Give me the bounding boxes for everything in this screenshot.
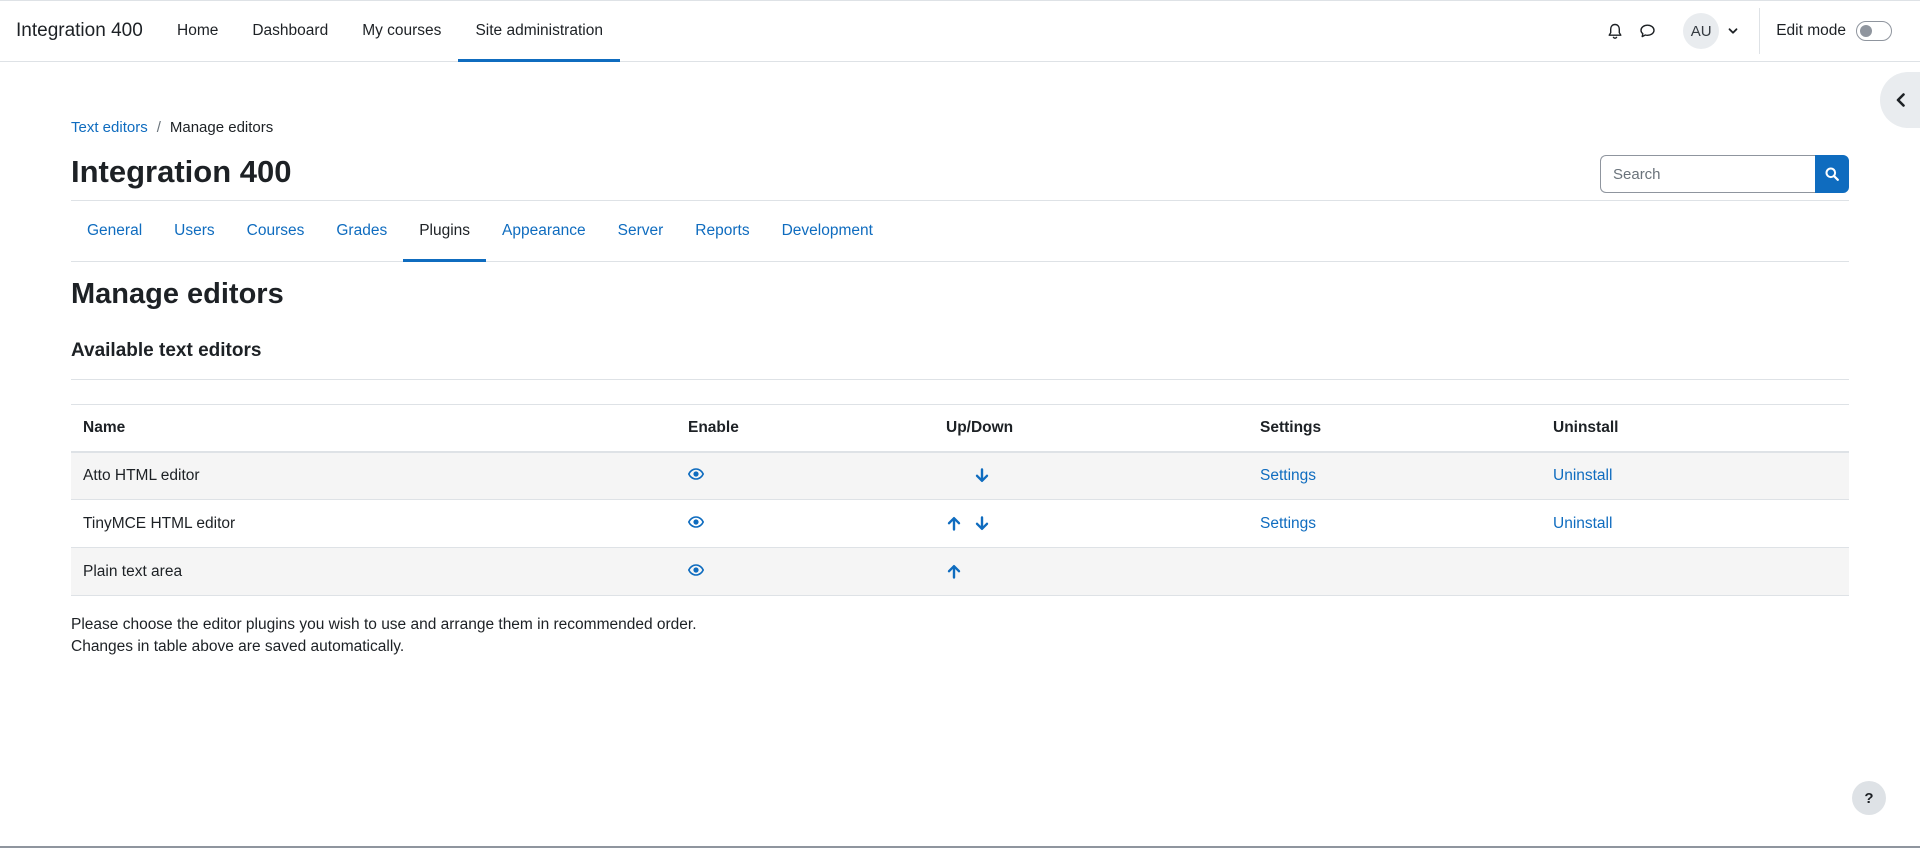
- empty-slot: [946, 468, 962, 484]
- settings-link[interactable]: Settings: [1260, 467, 1316, 484]
- site-brand[interactable]: Integration 400: [16, 1, 143, 61]
- instructions-line-1: Please choose the editor plugins you wis…: [71, 616, 697, 633]
- editor-name: Atto HTML editor: [83, 466, 200, 484]
- column-header-enable: Enable: [676, 404, 934, 453]
- disable-editor-button[interactable]: [688, 514, 704, 530]
- move-down-button[interactable]: [974, 516, 990, 532]
- edit-mode-label: Edit mode: [1776, 22, 1846, 39]
- table-row: TinyMCE HTML editor Settings Uninstall: [71, 500, 1849, 548]
- admin-search: [1600, 155, 1849, 193]
- tab-users[interactable]: Users: [158, 201, 230, 261]
- column-header-updown: Up/Down: [934, 404, 1248, 453]
- move-up-button[interactable]: [946, 564, 962, 580]
- table-row: Atto HTML editor Settings Uninstall: [71, 451, 1849, 500]
- eye-icon: [688, 468, 704, 481]
- instructions-line-2: Changes in table above are saved automat…: [71, 638, 405, 655]
- search-button[interactable]: [1815, 155, 1849, 193]
- tab-grades[interactable]: Grades: [320, 201, 403, 261]
- nav-site-administration[interactable]: Site administration: [458, 1, 620, 62]
- page-title: Integration 400: [71, 154, 292, 189]
- chevron-left-icon: [1896, 93, 1905, 107]
- primary-navigation: Home Dashboard My courses Site administr…: [160, 1, 620, 62]
- move-up-button[interactable]: [946, 516, 962, 532]
- tab-server[interactable]: Server: [602, 201, 680, 261]
- disable-editor-button[interactable]: [688, 466, 704, 482]
- settings-cell: Settings: [1248, 500, 1541, 548]
- tab-general[interactable]: General: [71, 201, 158, 261]
- updown-cell: [934, 452, 1248, 500]
- uninstall-cell: Uninstall: [1541, 500, 1849, 548]
- tab-reports[interactable]: Reports: [679, 201, 765, 261]
- settings-link[interactable]: Settings: [1260, 515, 1316, 532]
- user-menu-toggle[interactable]: AU: [1683, 13, 1739, 49]
- instructions-text: Please choose the editor plugins you wis…: [71, 614, 697, 658]
- arrow-down-icon: [975, 468, 989, 483]
- eye-icon: [688, 564, 704, 576]
- help-button[interactable]: ?: [1852, 781, 1886, 815]
- enable-cell: [676, 500, 934, 548]
- breadcrumb-separator: /: [156, 119, 161, 136]
- bell-icon: [1608, 23, 1622, 39]
- search-icon: [1825, 167, 1839, 181]
- editor-name: TinyMCE HTML editor: [83, 514, 236, 532]
- navbar-right: AU Edit mode: [1599, 1, 1920, 61]
- breadcrumb-manage-editors: Manage editors: [169, 119, 274, 136]
- uninstall-cell: [1541, 548, 1849, 596]
- nav-my-courses[interactable]: My courses: [345, 1, 458, 61]
- disable-editor-button[interactable]: [688, 562, 704, 578]
- enable-cell: [676, 548, 934, 596]
- admin-tabs: General Users Courses Grades Plugins App…: [71, 200, 1849, 262]
- nav-home[interactable]: Home: [160, 1, 235, 61]
- uninstall-link[interactable]: Uninstall: [1553, 467, 1612, 484]
- chevron-down-icon: [1728, 28, 1738, 34]
- column-header-name: Name: [71, 404, 676, 453]
- messages-button[interactable]: [1631, 15, 1663, 47]
- section-subheading: Available text editors: [71, 340, 262, 361]
- section-heading: Manage editors: [71, 278, 284, 310]
- move-down-button[interactable]: [974, 468, 990, 484]
- chat-bubble-icon: [1640, 24, 1655, 38]
- toggle-knob: [1860, 25, 1872, 37]
- edit-mode-toggle[interactable]: [1856, 21, 1892, 41]
- tab-plugins[interactable]: Plugins: [403, 201, 486, 262]
- table-row: Plain text area: [71, 547, 1849, 596]
- column-header-settings: Settings: [1248, 404, 1541, 453]
- updown-cell: [934, 548, 1248, 596]
- table-header-row: Name Enable Up/Down Settings Uninstall: [71, 404, 1849, 453]
- divider: [71, 379, 1849, 380]
- eye-icon: [688, 516, 704, 528]
- updown-cell: [934, 500, 1248, 548]
- edit-mode-control: Edit mode: [1776, 21, 1892, 41]
- avatar: AU: [1683, 13, 1720, 49]
- navbar-divider: [1759, 8, 1761, 54]
- nav-dashboard[interactable]: Dashboard: [235, 1, 345, 61]
- column-header-uninstall: Uninstall: [1541, 404, 1849, 453]
- uninstall-link[interactable]: Uninstall: [1553, 515, 1612, 532]
- notifications-button[interactable]: [1599, 15, 1631, 47]
- settings-cell: Settings: [1248, 452, 1541, 500]
- enable-cell: [676, 452, 934, 500]
- tab-courses[interactable]: Courses: [231, 201, 321, 261]
- breadcrumb-text-editors[interactable]: Text editors: [71, 119, 148, 136]
- tab-appearance[interactable]: Appearance: [486, 201, 602, 261]
- arrow-down-icon: [975, 516, 989, 530]
- editors-table: Name Enable Up/Down Settings Uninstall A…: [71, 404, 1849, 596]
- editor-name: Plain text area: [83, 562, 183, 580]
- top-navbar: Integration 400 Home Dashboard My course…: [0, 0, 1920, 62]
- block-drawer-toggle[interactable]: [1880, 72, 1920, 128]
- search-input[interactable]: [1600, 155, 1815, 193]
- arrow-up-icon: [947, 517, 961, 531]
- breadcrumb: Text editors / Manage editors: [71, 119, 273, 136]
- arrow-up-icon: [947, 565, 961, 579]
- settings-cell: [1248, 548, 1541, 596]
- uninstall-cell: Uninstall: [1541, 452, 1849, 500]
- tab-development[interactable]: Development: [766, 201, 889, 261]
